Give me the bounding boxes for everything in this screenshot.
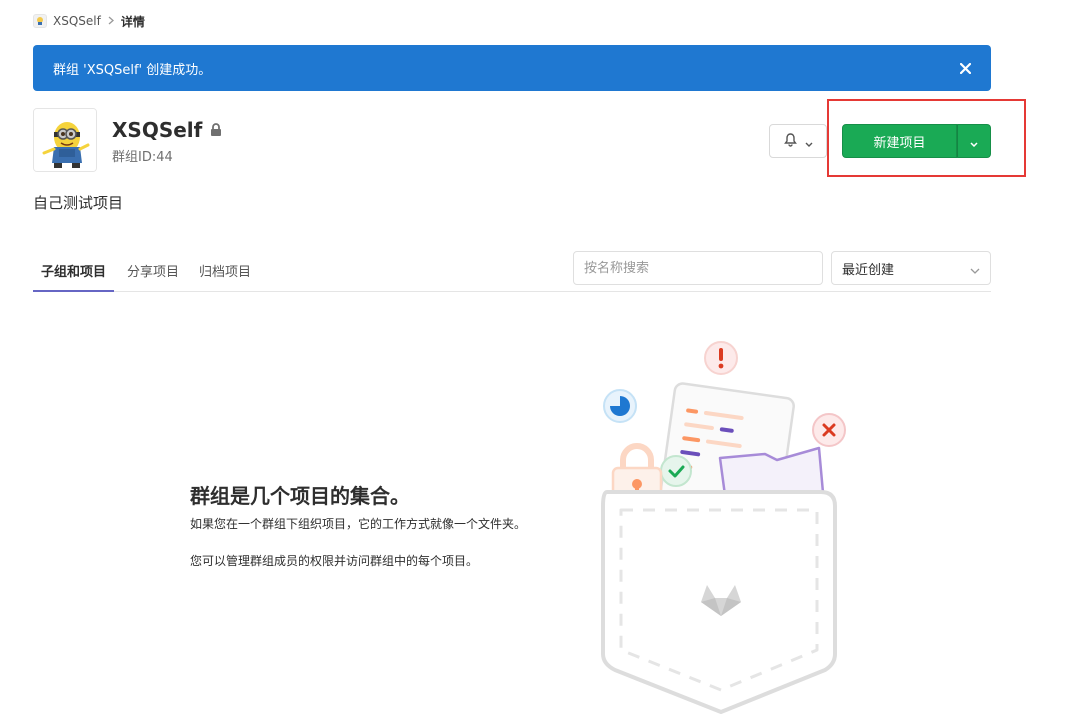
breadcrumb: XSQSelf 详情 xyxy=(33,12,145,30)
search-input[interactable] xyxy=(573,251,823,285)
empty-state-title: 群组是几个项目的集合。 xyxy=(190,484,410,508)
breadcrumb-current: 详情 xyxy=(120,14,145,29)
tab-subgroups-and-projects[interactable]: 子组和项目 xyxy=(33,250,115,292)
group-description: 自己测试项目 xyxy=(33,194,124,212)
tab-shared-projects[interactable]: 分享项目 xyxy=(127,250,179,291)
group-id: 群组ID:44 xyxy=(112,150,173,165)
group-title: XSQSelf xyxy=(112,118,222,142)
chevron-down-icon xyxy=(805,132,813,151)
breadcrumb-group-avatar[interactable] xyxy=(33,14,47,28)
sort-selected-label: 最近创建 xyxy=(842,262,895,278)
close-icon[interactable] xyxy=(955,58,975,78)
chevron-down-icon xyxy=(970,263,980,278)
group-name: XSQSelf xyxy=(112,118,203,142)
empty-state-text: 您可以管理群组成员的权限并访问群组中的每个项目。 xyxy=(190,554,479,568)
lock-icon xyxy=(210,123,222,137)
folder-illustration xyxy=(601,341,846,714)
flash-message: 群组 'XSQSelf' 创建成功。 xyxy=(53,62,212,78)
breadcrumb-group-link[interactable]: XSQSelf xyxy=(53,14,101,28)
bell-icon xyxy=(783,132,797,151)
group-avatar xyxy=(33,108,97,172)
sort-dropdown[interactable]: 最近创建 xyxy=(831,251,991,285)
highlight-annotation xyxy=(827,99,1026,177)
flash-notice: 群组 'XSQSelf' 创建成功。 xyxy=(33,45,991,91)
empty-state-text: 如果您在一个群组下组织项目，它的工作方式就像一个文件夹。 xyxy=(190,517,527,531)
chevron-right-icon xyxy=(108,14,114,28)
notification-dropdown-button[interactable] xyxy=(769,124,827,158)
tab-archived-projects[interactable]: 归档项目 xyxy=(199,250,251,291)
